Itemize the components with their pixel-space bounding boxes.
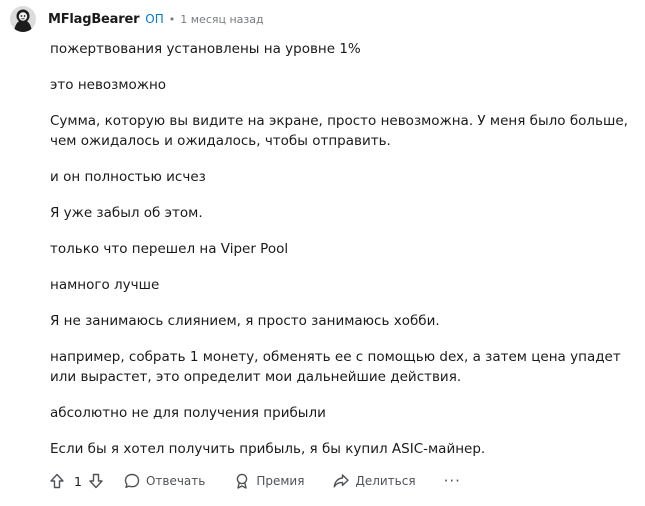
comment-paragraph: только что перешел на Viper Pool xyxy=(50,241,289,257)
comment-paragraph: Я не занимаюсь слиянием, я просто занима… xyxy=(50,313,440,329)
reply-button[interactable]: Отвечать xyxy=(123,472,205,490)
comment-bubble-icon xyxy=(124,473,140,488)
award-icon xyxy=(237,473,248,489)
comment-paragraph: абсолютно не для получения прибыли xyxy=(50,405,326,421)
more-options-button[interactable]: ··· xyxy=(444,472,461,490)
comment-header: MFlagBearer ОП • 1 месяц назад xyxy=(10,6,264,32)
comment-paragraph: это невозможно xyxy=(50,77,167,93)
comment-timestamp[interactable]: 1 месяц назад xyxy=(180,13,263,26)
op-badge: ОП xyxy=(145,12,164,26)
comment-actions: 1 Отвечать Премия Делиться ··· xyxy=(48,470,461,492)
comment-paragraph: намного лучше xyxy=(50,277,160,293)
share-button[interactable]: Делиться xyxy=(332,472,416,490)
downvote-button[interactable] xyxy=(87,472,105,490)
comment-paragraph: и он полностью исчез xyxy=(50,169,206,185)
comment-paragraph: Я уже забыл об этом. xyxy=(50,205,203,221)
share-label: Делиться xyxy=(355,474,416,488)
comment-paragraph: например, собрать 1 монету, обменять ее … xyxy=(50,349,621,385)
reply-label: Отвечать xyxy=(145,474,206,488)
more-options-icon: ··· xyxy=(443,472,461,490)
comment-paragraph: Если бы я хотел получить прибыль, я бы к… xyxy=(50,441,486,457)
meta-separator: • xyxy=(168,12,176,26)
avatar-image xyxy=(10,6,36,32)
upvote-button[interactable] xyxy=(48,472,66,490)
comment-paragraph: Сумма, которую вы видите на экране, прос… xyxy=(50,113,628,149)
arrow-up-icon xyxy=(50,473,64,489)
share-arrow-icon xyxy=(334,474,350,488)
comment-body: пожертвования установлены на уровне 1% э… xyxy=(50,39,635,475)
comment-paragraph: пожертвования установлены на уровне 1% xyxy=(50,41,361,57)
award-label: Премия xyxy=(256,474,305,488)
author-name[interactable]: MFlagBearer xyxy=(48,12,139,27)
comment: MFlagBearer ОП • 1 месяц назад пожертвов… xyxy=(0,0,645,506)
award-button[interactable]: Премия xyxy=(233,472,304,490)
vote-count: 1 xyxy=(74,473,82,489)
arrow-down-icon xyxy=(89,473,103,489)
avatar[interactable] xyxy=(10,6,36,32)
